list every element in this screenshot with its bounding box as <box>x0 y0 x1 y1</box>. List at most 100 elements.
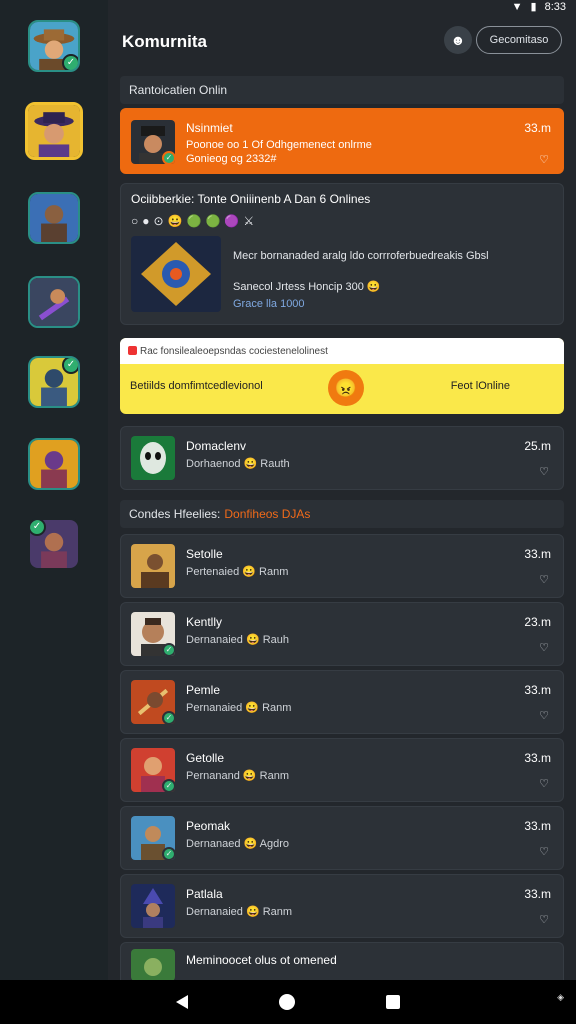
smile-icon: 😀 <box>245 634 260 646</box>
back-icon[interactable] <box>175 995 188 1009</box>
chat-time: 33.m <box>524 121 551 135</box>
reaction-icon[interactable]: ● <box>142 214 149 228</box>
heart-icon[interactable]: ♡ <box>537 573 551 587</box>
header-pill-button[interactable]: Gecomitaso <box>476 26 562 54</box>
online-badge-icon: ✓ <box>162 643 175 656</box>
heart-icon[interactable]: ♡ <box>537 709 551 723</box>
warrior-avatar-icon <box>30 194 78 242</box>
online-badge-icon: ✓ <box>62 358 78 374</box>
rail-avatar-3[interactable] <box>28 192 80 244</box>
rail-avatar-2[interactable] <box>25 102 83 160</box>
chat-card[interactable]: ✓ Pemle Pernanaied 😀 Ranm 33.m ♡ <box>120 670 564 734</box>
status-time: 8:33 <box>544 1 566 13</box>
chat-card[interactable]: Meminoocet olus ot omened <box>120 942 564 981</box>
goblin-avatar-icon <box>131 949 175 981</box>
chat-status: Dernanaied <box>186 906 243 918</box>
profile-button[interactable]: ☻ <box>444 26 472 54</box>
promo-banner[interactable]: Rac fonsilealeoepsndas cociestenelolines… <box>120 338 564 414</box>
online-badge-icon: ✓ <box>162 711 175 724</box>
chat-card[interactable]: ✓ Kentlly Dernanaied 😀 Rauh 23.m ♡ <box>120 602 564 666</box>
app-corner-icon[interactable]: ◈ <box>557 992 564 1003</box>
chat-card[interactable]: Patlala Dernanaied 😀 Ranm 33.m ♡ <box>120 874 564 938</box>
feature-reactions: ○ ● ⊙ 😀 🟢 🟢 🟣 ⚔ <box>131 214 254 228</box>
chat-avatar <box>131 949 175 981</box>
home-icon[interactable] <box>278 994 295 1010</box>
online-badge-icon: ✓ <box>162 847 175 860</box>
reaction-icon[interactable]: 🟢 <box>187 214 202 228</box>
reaction-icon[interactable]: ○ <box>131 214 138 228</box>
chat-preview: Dernanaied 😀 Ranm <box>186 905 292 918</box>
chat-avatar: ✓ <box>131 612 175 656</box>
chat-avatar <box>131 436 175 480</box>
online-badge-icon: ✓ <box>30 520 46 536</box>
chat-status: Dernanaied <box>186 634 243 646</box>
chat-name: Setolle <box>186 547 223 561</box>
reaction-icon[interactable]: ⚔ <box>243 214 254 228</box>
heart-icon[interactable]: ♡ <box>537 913 551 927</box>
chat-preview: Dernanaied 😀 Rauh <box>186 633 289 646</box>
chat-time: 33.m <box>524 547 551 561</box>
chat-preview: Dernanaed 😀 Agdro <box>186 837 289 850</box>
heart-icon[interactable]: ♡ <box>537 641 551 655</box>
chat-status: Pernanand <box>186 770 240 782</box>
battery-icon: ▮ <box>530 0 537 13</box>
chat-card[interactable]: ✓ Peomak Dernanaed 😀 Agdro 33.m ♡ <box>120 806 564 870</box>
smile-icon: 😀 <box>242 770 257 782</box>
rail-avatar-6[interactable] <box>28 438 80 490</box>
section-title-recent: Condeѕ Hfeelies: Donfiheos DJAs <box>120 500 564 528</box>
chat-card[interactable]: Setolle Pertenaied 😀 Ranm 33.m ♡ <box>120 534 564 598</box>
chat-time: 33.m <box>524 751 551 765</box>
rail-avatar-1[interactable]: ✓ <box>28 20 80 72</box>
smile-icon: 😀 <box>242 566 256 578</box>
reaction-icon[interactable]: 🟢 <box>205 214 220 228</box>
rail-avatar-7[interactable]: ✓ <box>28 518 80 570</box>
chat-time: 25.m <box>524 439 551 453</box>
chat-status-tail: Rauth <box>260 458 290 470</box>
heart-icon[interactable]: ♡ <box>537 777 551 791</box>
rail-avatar-5[interactable]: ✓ <box>28 356 80 408</box>
chat-avatar <box>131 884 175 928</box>
person-icon: ☻ <box>450 32 466 48</box>
chat-name: Kentlly <box>186 615 223 629</box>
chat-time: 23.m <box>524 615 551 629</box>
smile-icon: 😀 <box>243 458 258 470</box>
pinned-chat-card[interactable]: ✓ Nsinmiet Poonoe oo 1 Of Odhgemenect on… <box>120 108 564 174</box>
banner-header-text: Rac fonsilealeoepsndas cociestenelolines… <box>140 345 328 357</box>
chat-time: 33.m <box>524 887 551 901</box>
heart-icon[interactable]: ♡ <box>537 465 551 479</box>
chat-card[interactable]: Domaclenv Dorhaenod 😀 Rauth 25.m ♡ <box>120 426 564 490</box>
chat-name: Nsinmiet <box>186 121 233 135</box>
rail-avatar-4[interactable] <box>28 276 80 328</box>
reaction-icon[interactable]: ⊙ <box>154 214 164 228</box>
smile-icon: 😀 <box>245 906 260 918</box>
banner-header: Rac fonsilealeoepsndas cociestenelolines… <box>120 338 564 364</box>
chat-status-tail: Rauh <box>262 634 289 646</box>
section-title-online: Rantoicatien Onlin <box>120 76 564 104</box>
chat-preview: Pernanand 😀 Ranm <box>186 769 289 782</box>
reaction-icon[interactable]: 🟣 <box>224 214 239 228</box>
chat-status-tail: Ranm <box>262 906 293 918</box>
hunter-avatar-icon <box>131 544 175 588</box>
reaction-icon[interactable]: 😀 <box>168 214 183 228</box>
online-badge-icon: ✓ <box>62 54 78 70</box>
recent-apps-icon[interactable] <box>386 995 401 1009</box>
smile-icon: 😀 <box>243 838 258 850</box>
heart-icon[interactable]: ♡ <box>537 153 551 167</box>
chat-name: Patlala <box>186 887 223 901</box>
chat-time: 33.m <box>524 819 551 833</box>
chat-name: Getolle <box>186 751 225 765</box>
featured-post-card[interactable]: Ociibberkie: Tonte Oniiinenb A Dan 6 Onl… <box>120 183 564 325</box>
chat-status: Dernanaed <box>186 838 241 850</box>
chat-status: Pernanaied <box>186 702 243 714</box>
server-rail: ✓ ✓ ✓ <box>0 0 108 980</box>
feature-line-2: Sanecol Jrtess Honcip 300 😀 <box>233 281 381 293</box>
chat-card[interactable]: ✓ Getolle Pernanand 😀 Ranm 33.m ♡ <box>120 738 564 802</box>
smile-icon: 😀 <box>245 702 260 714</box>
feature-image[interactable] <box>131 236 221 312</box>
alert-icon <box>128 346 137 355</box>
chat-time: 33.m <box>524 683 551 697</box>
chat-status-tail: Ranm <box>262 702 292 714</box>
heart-icon[interactable]: ♡ <box>537 845 551 859</box>
feature-line-1: Mecr bornanaded aralg ldo corrroferbuedr… <box>233 250 489 262</box>
chat-preview-2: Gonieog og 2332# <box>186 153 277 165</box>
